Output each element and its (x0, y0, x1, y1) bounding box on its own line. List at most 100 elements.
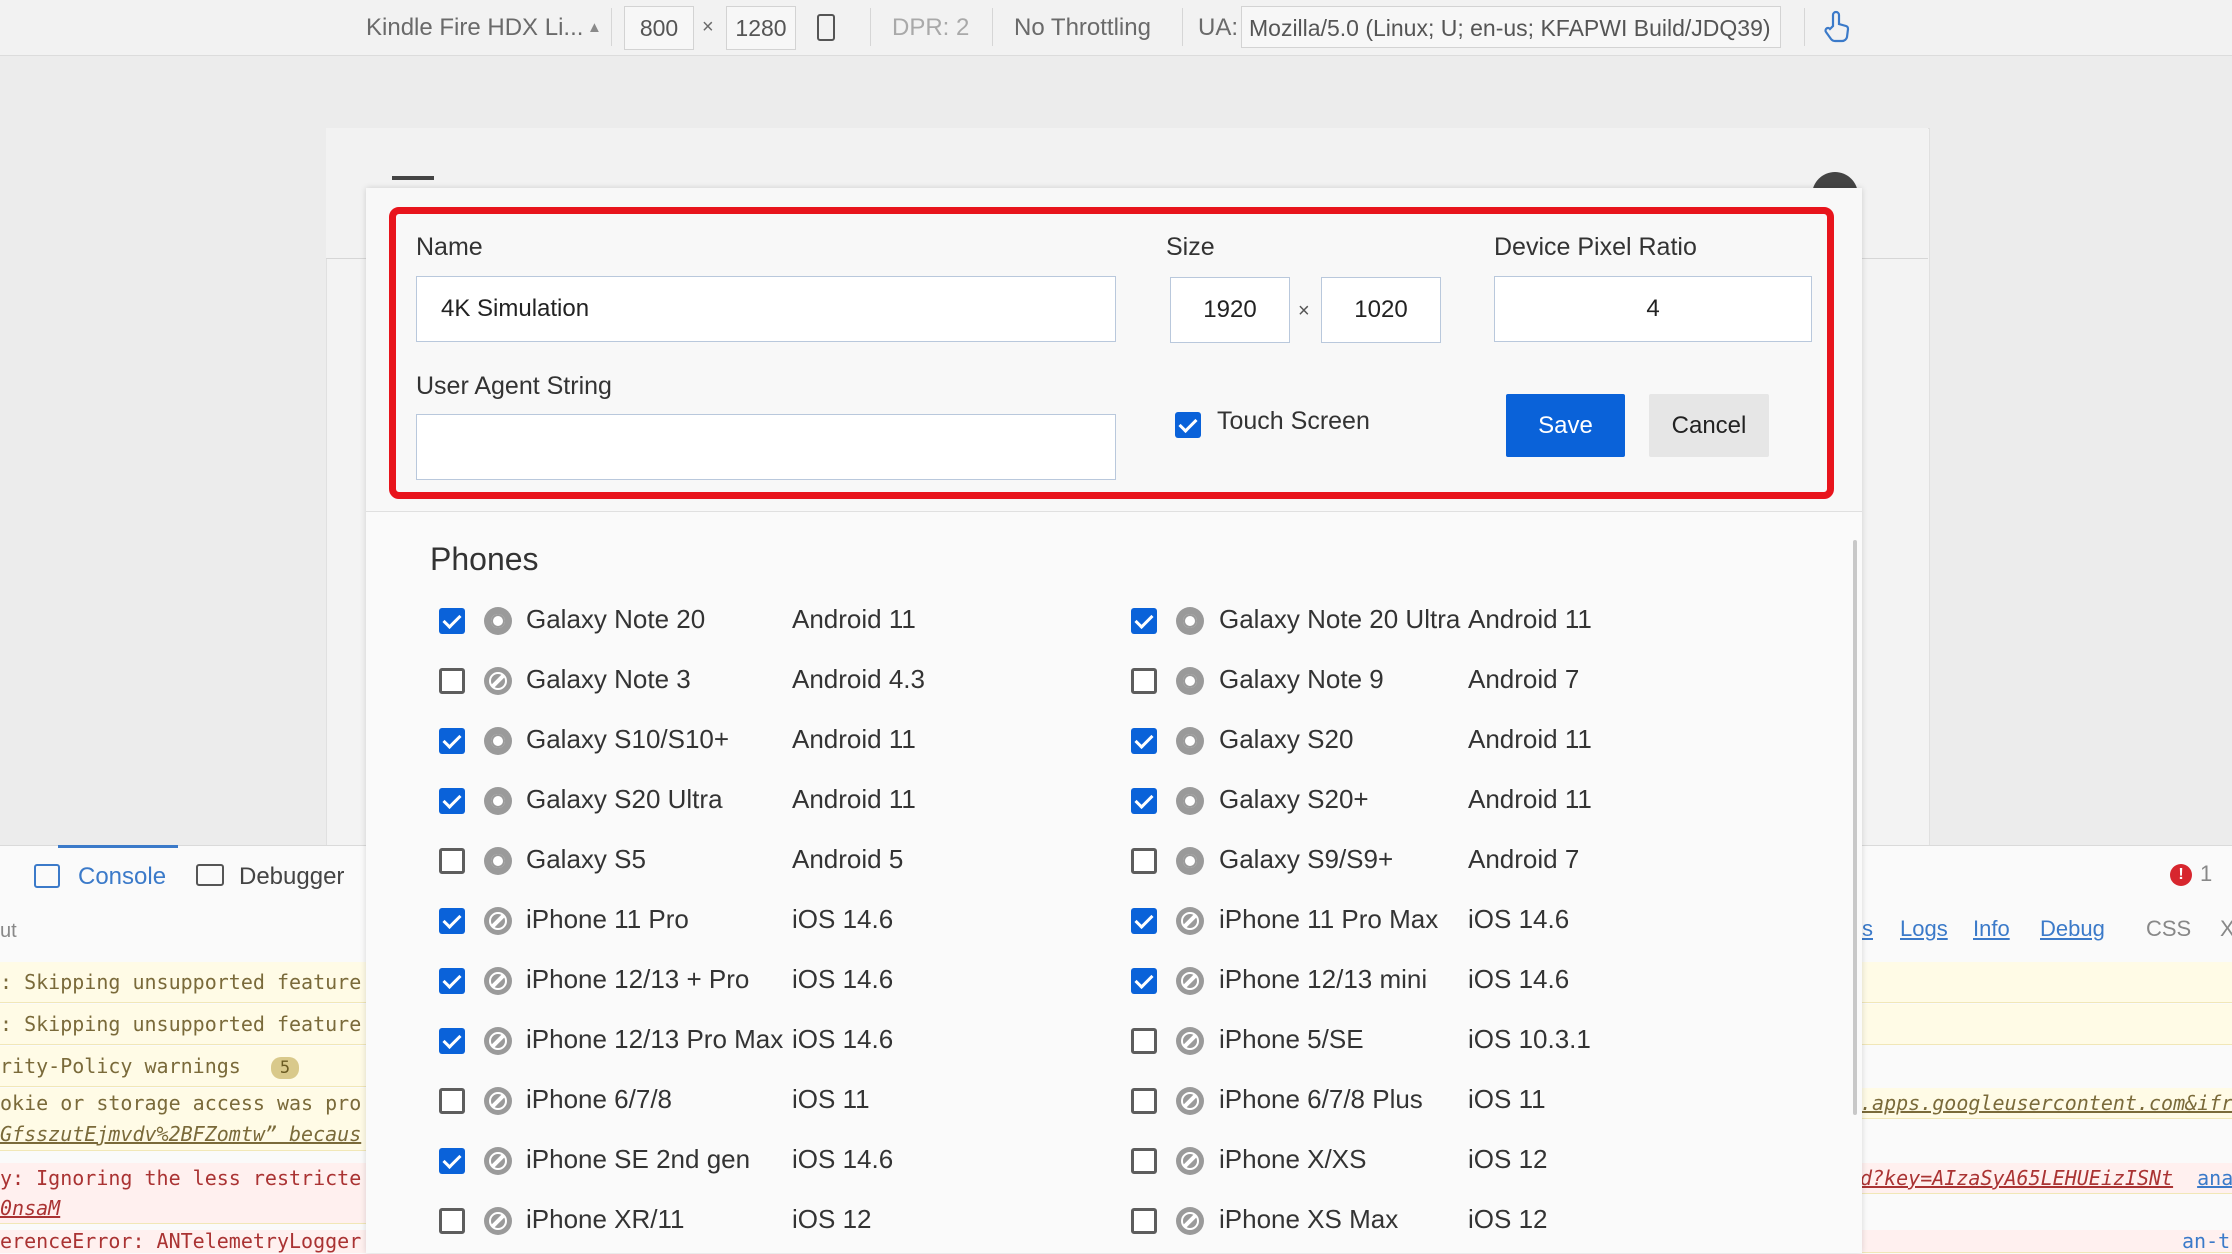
device-checkbox[interactable] (1131, 1208, 1157, 1234)
device-checkbox[interactable] (1131, 668, 1157, 694)
device-name: Galaxy S10/S10+ (526, 724, 730, 754)
console-log-link[interactable]: d?key=AIzaSyA65LEHUEizISNt ana (1860, 1163, 2232, 1194)
hamburger-menu-icon[interactable] (392, 176, 434, 180)
source-link[interactable]: an-t (1860, 1230, 2232, 1253)
error-icon[interactable]: ! (2170, 864, 2192, 886)
device-checkbox[interactable] (1131, 908, 1157, 934)
viewport-width-input[interactable]: 800 (624, 6, 694, 50)
console-log-line: rity-Policy warnings 5 (0, 1046, 370, 1087)
device-checkbox[interactable] (1131, 1028, 1157, 1054)
device-os: Android 7 (1468, 844, 1580, 874)
console-log-line: y: Ignoring the less restricte (0, 1163, 370, 1193)
source-link[interactable]: ana (2197, 1166, 2232, 1190)
device-name: iPhone 11 Pro (526, 904, 689, 934)
filter-tab-partial[interactable]: s (1862, 916, 1873, 942)
tab-debugger[interactable]: Debugger (239, 852, 344, 902)
device-checkbox[interactable] (439, 968, 465, 994)
xhr-filter[interactable]: X (2220, 916, 2232, 942)
device-checkbox[interactable] (439, 1148, 465, 1174)
safari-icon (1176, 967, 1204, 995)
device-checkbox[interactable] (439, 728, 465, 754)
safari-icon (484, 1087, 512, 1115)
safari-icon (484, 667, 512, 695)
safari-icon (1176, 1147, 1204, 1175)
device-os: iOS 14.6 (792, 1144, 894, 1174)
console-log-text: rity-Policy warnings (0, 1054, 241, 1078)
rotate-device-icon[interactable] (817, 14, 835, 41)
device-checkbox[interactable] (439, 908, 465, 934)
tab-console[interactable]: Console (78, 852, 166, 902)
device-checkbox[interactable] (439, 1088, 465, 1114)
safari-icon (1176, 1087, 1204, 1115)
device-os: iOS 11 (1468, 1084, 1546, 1114)
device-os: iOS 12 (1468, 1144, 1548, 1174)
device-checkbox[interactable] (439, 848, 465, 874)
device-checkbox[interactable] (1131, 1148, 1157, 1174)
device-checkbox[interactable] (1131, 968, 1157, 994)
css-filter[interactable]: CSS (2146, 916, 2191, 942)
device-os: iOS 14.6 (792, 904, 894, 934)
device-os: Android 5 (792, 844, 904, 874)
active-tab-indicator (58, 845, 178, 848)
console-log-text[interactable]: d?key=AIzaSyA65LEHUEizISNt (1860, 1166, 2173, 1190)
device-name: Galaxy S5 (526, 844, 646, 874)
device-checkbox[interactable] (1131, 788, 1157, 814)
device-checkbox[interactable] (439, 788, 465, 814)
device-os: iOS 14.6 (1468, 904, 1570, 934)
throttling-selector[interactable]: No Throttling (1014, 0, 1151, 55)
filter-tab-debug[interactable]: Debug (2040, 916, 2105, 942)
device-name: iPhone X/XS (1219, 1144, 1367, 1174)
chrome-icon (484, 847, 512, 875)
device-name: iPhone SE 2nd gen (526, 1144, 751, 1174)
viewport-height-input[interactable]: 1280 (726, 6, 796, 50)
device-checkbox[interactable] (439, 1208, 465, 1234)
device-checkbox[interactable] (1131, 728, 1157, 754)
safari-icon (1176, 907, 1204, 935)
device-os: Android 11 (792, 604, 916, 634)
safari-icon (484, 907, 512, 935)
filter-tab-info[interactable]: Info (1973, 916, 2010, 942)
device-os: Android 11 (1468, 604, 1592, 634)
toolbar-divider (1182, 8, 1183, 46)
toolbar-divider (870, 8, 871, 46)
chrome-icon (1176, 667, 1204, 695)
device-checkbox[interactable] (1131, 848, 1157, 874)
device-os: Android 7 (1468, 664, 1580, 694)
safari-icon (1176, 1027, 1204, 1055)
modal-scrollbar[interactable] (1853, 540, 1857, 1115)
console-log-link[interactable]: .apps.googleusercontent.com&ifr (1860, 1088, 2232, 1119)
chrome-icon (1176, 727, 1204, 755)
device-os: Android 11 (792, 724, 916, 754)
device-name: Galaxy Note 20 Ultra (1219, 604, 1461, 634)
device-selector-arrows-icon[interactable]: ▲ (587, 0, 602, 55)
device-selector[interactable]: Kindle Fire HDX Li... (366, 0, 583, 55)
device-checkbox[interactable] (439, 1028, 465, 1054)
warnings-count-badge: 5 (270, 1057, 300, 1079)
chrome-icon (484, 787, 512, 815)
device-os: iOS 14.6 (792, 964, 894, 994)
device-name: Galaxy S20 (1219, 724, 1354, 754)
device-name: iPhone 12/13 Pro Max (526, 1024, 784, 1054)
touch-simulation-icon[interactable] (1822, 10, 1852, 44)
device-checkbox[interactable] (1131, 608, 1157, 634)
device-name: Galaxy Note 20 (526, 604, 706, 634)
ua-input[interactable]: Mozilla/5.0 (Linux; U; en-us; KFAPWI Bui… (1241, 6, 1781, 48)
safari-icon (484, 1027, 512, 1055)
safari-icon (484, 1147, 512, 1175)
console-log-right (1860, 1004, 2232, 1045)
device-checkbox[interactable] (439, 608, 465, 634)
device-os: iOS 10.3.1 (1468, 1024, 1591, 1054)
phones-heading: Phones (430, 541, 539, 577)
device-name: iPhone 12/13 mini (1219, 964, 1428, 994)
console-log-line: okie or storage access was pro (0, 1088, 370, 1118)
dpr-selector[interactable]: DPR: 2 (892, 0, 969, 55)
viewport-times-sign: × (702, 16, 714, 38)
device-checkbox[interactable] (1131, 1088, 1157, 1114)
console-log-line: : Skipping unsupported feature (0, 1004, 370, 1045)
console-log-link[interactable]: 0nsaM (0, 1193, 370, 1224)
device-os: Android 4.3 (792, 664, 925, 694)
device-checkbox[interactable] (439, 668, 465, 694)
filter-input-fragment[interactable]: ut (0, 920, 17, 943)
filter-tab-logs[interactable]: Logs (1900, 916, 1948, 942)
console-log-link[interactable]: GfsszutEjmvdv%2BFZomtw” becaus (0, 1118, 370, 1151)
